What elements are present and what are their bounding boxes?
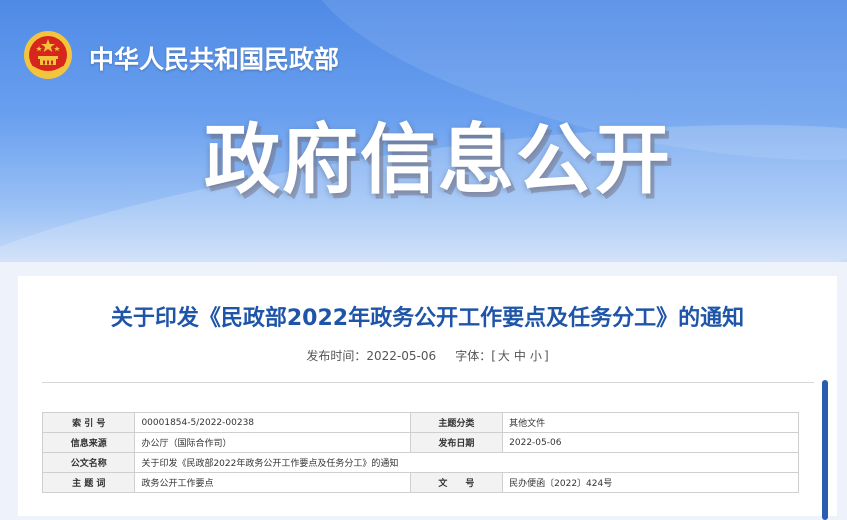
publish-date-value: 2022-05-06 xyxy=(502,432,799,453)
article-title: 关于印发《民政部2022年政务公开工作要点及任务分工》的通知 xyxy=(110,306,745,331)
info-source-label: 信息来源 xyxy=(41,432,136,453)
publish-date: 2022-05-06 xyxy=(366,349,437,363)
table-row: 主 题 词 政务公开工作要点 文 号 民办便函〔2022〕424号 xyxy=(41,472,799,493)
document-name-value: 关于印发《民政部2022年政务公开工作要点及任务分工》的通知 xyxy=(134,452,799,473)
document-number-label: 文 号 xyxy=(409,472,504,493)
document-name-label: 公文名称 xyxy=(41,452,136,473)
topic-category-value: 其他文件 xyxy=(502,412,799,433)
font-medium-button[interactable]: 中 xyxy=(514,349,526,363)
info-source-value: 办公厅（国际合作司） xyxy=(134,432,411,453)
national-emblem-icon[interactable] xyxy=(23,30,73,80)
font-large-button[interactable]: 大 xyxy=(498,349,510,363)
table-row: 公文名称 关于印发《民政部2022年政务公开工作要点及任务分工》的通知 xyxy=(41,452,799,473)
divider xyxy=(42,382,814,383)
publish-label: 发布时间： xyxy=(306,349,367,363)
font-size-bracket: ] xyxy=(543,349,549,363)
topic-category-label: 主题分类 xyxy=(409,412,504,433)
ministry-name[interactable]: 中华人民共和国民政部 xyxy=(89,40,339,76)
article-meta: 发布时间：2022-05-06 字体：[大中小] xyxy=(18,347,837,364)
keyword-value: 政务公开工作要点 xyxy=(134,472,411,493)
article-card: 关于印发《民政部2022年政务公开工作要点及任务分工》的通知 发布时间：2022… xyxy=(18,276,837,516)
table-row: 信息来源 办公厅（国际合作司） 发布日期 2022-05-06 xyxy=(41,432,799,453)
table-row: 索 引 号 00001854-5/2022-00238 主题分类 其他文件 xyxy=(41,412,799,433)
document-number-value: 民办便函〔2022〕424号 xyxy=(502,472,799,493)
index-number-value: 00001854-5/2022-00238 xyxy=(134,412,411,433)
index-number-label: 索 引 号 xyxy=(41,412,136,433)
banner-title: 政府信息公开 xyxy=(204,115,672,204)
font-size-label: 字体：[ xyxy=(455,349,496,363)
scrollbar[interactable] xyxy=(822,380,828,520)
font-small-button[interactable]: 小 xyxy=(530,349,542,363)
keyword-label: 主 题 词 xyxy=(41,472,136,493)
header-banner: 中华人民共和国民政部 政府信息公开 xyxy=(0,0,847,262)
info-table: 索 引 号 00001854-5/2022-00238 主题分类 其他文件 信息… xyxy=(41,412,799,493)
publish-date-label: 发布日期 xyxy=(409,432,504,453)
